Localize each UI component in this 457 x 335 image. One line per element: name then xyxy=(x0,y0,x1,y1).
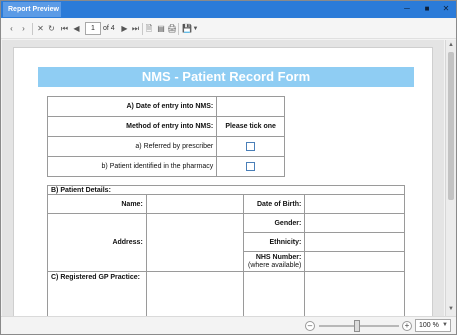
vertical-scrollbar[interactable]: ▲ ▼ xyxy=(445,40,456,316)
toolbar-separator xyxy=(142,23,143,35)
print-icon[interactable]: 🖨 xyxy=(167,22,177,36)
nhs-number-hint: (where available) xyxy=(248,261,302,269)
zoom-slider-thumb[interactable] xyxy=(354,320,360,332)
minimize-icon[interactable]: ─ xyxy=(399,2,415,16)
name-value xyxy=(145,194,245,214)
page-number-input[interactable] xyxy=(85,22,101,35)
gp-practice-value xyxy=(145,271,245,316)
back-icon[interactable]: ‹ xyxy=(7,22,16,36)
nhs-number-value xyxy=(304,251,405,272)
forward-icon[interactable]: › xyxy=(19,22,28,36)
zoom-out-icon[interactable]: – xyxy=(305,321,315,331)
option-referred-cell xyxy=(216,136,285,157)
export-icon[interactable]: 💾 xyxy=(182,22,192,36)
nhs-number-cell: NHS Number: (where available) xyxy=(243,251,306,272)
option-referred-label: a) Referred by prescriber xyxy=(46,136,218,157)
section-a-table: A) Date of entry into NMS: Method of ent… xyxy=(46,96,285,177)
scroll-up-icon[interactable]: ▲ xyxy=(446,40,456,50)
dob-value xyxy=(304,194,405,214)
date-of-entry-label: A) Date of entry into NMS: xyxy=(46,96,218,117)
chevron-down-icon[interactable]: ▼ xyxy=(192,22,199,36)
first-page-icon[interactable]: ⏮ xyxy=(60,22,69,36)
tick-one-hint: Please tick one xyxy=(216,116,285,137)
refresh-icon[interactable]: ↻ xyxy=(47,22,56,36)
address-value xyxy=(145,213,245,272)
scroll-down-icon[interactable]: ▼ xyxy=(446,304,456,314)
gp-practice-label: C) Registered GP Practice: xyxy=(47,271,147,316)
status-bar: – + 100 % ▼ xyxy=(1,316,456,334)
gender-label: Gender: xyxy=(243,213,306,233)
maximize-icon[interactable]: ■ xyxy=(419,2,435,16)
zoom-select[interactable]: 100 % ▼ xyxy=(415,319,451,332)
form-title: NMS - Patient Record Form xyxy=(38,67,414,87)
toolbar-separator xyxy=(178,23,179,35)
zoom-in-icon[interactable]: + xyxy=(402,321,412,331)
ethnicity-value xyxy=(304,232,405,252)
page-count: of 4 xyxy=(103,25,115,32)
referred-checkbox[interactable] xyxy=(246,142,256,151)
nhs-number-label: NHS Number: xyxy=(255,253,302,261)
gp-practice-blank-2 xyxy=(304,271,405,316)
layout-icon[interactable]: ▤ xyxy=(156,22,166,36)
address-label: Address: xyxy=(47,213,147,272)
zoom-value: 100 % xyxy=(419,322,439,329)
dob-label: Date of Birth: xyxy=(243,194,306,214)
name-label: Name: xyxy=(47,194,147,214)
report-preview-window: Report Preview ─ ■ ✕ ‹ › ✕ ↻ ⏮ ◀ of 4 ▶ … xyxy=(0,0,457,335)
report-page: NMS - Patient Record Form A) Date of ent… xyxy=(13,47,433,316)
title-bar: Report Preview ─ ■ ✕ xyxy=(1,1,456,18)
close-icon[interactable]: ✕ xyxy=(438,2,454,16)
option-identified-cell xyxy=(216,156,285,177)
last-page-icon[interactable]: ⏭ xyxy=(131,22,140,36)
scroll-thumb[interactable] xyxy=(448,52,454,200)
method-of-entry-label: Method of entry into NMS: xyxy=(46,116,218,137)
window-title: Report Preview xyxy=(3,2,61,17)
toolbar: ‹ › ✕ ↻ ⏮ ◀ of 4 ▶ ⏭ 🗎 ▤ 🖨 💾 ▼ xyxy=(1,19,456,39)
gender-value xyxy=(304,213,405,233)
chevron-down-icon: ▼ xyxy=(442,322,448,328)
date-of-entry-value xyxy=(216,96,285,117)
prev-page-icon[interactable]: ◀ xyxy=(72,22,81,36)
page-setup-icon[interactable]: 🗎 xyxy=(144,22,154,36)
identified-checkbox[interactable] xyxy=(246,162,256,171)
ethnicity-label: Ethnicity: xyxy=(243,232,306,252)
patient-details-header: B) Patient Details: xyxy=(47,185,405,195)
report-viewport: NMS - Patient Record Form A) Date of ent… xyxy=(2,40,444,316)
gp-practice-blank-1 xyxy=(243,271,306,316)
toolbar-separator xyxy=(32,23,33,35)
option-identified-label: b) Patient identified in the pharmacy xyxy=(46,156,218,177)
next-page-icon[interactable]: ▶ xyxy=(120,22,129,36)
section-b-table: B) Patient Details: Name: Date of Birth:… xyxy=(47,185,405,316)
stop-icon[interactable]: ✕ xyxy=(36,22,45,36)
